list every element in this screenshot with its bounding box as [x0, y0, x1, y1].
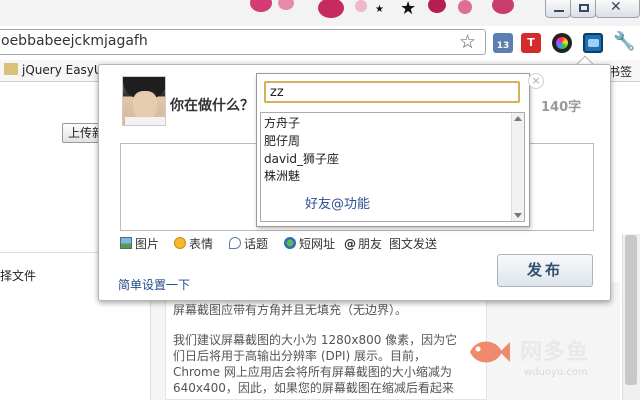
page-scrollbar-thumb[interactable] [625, 235, 637, 385]
star-decoration: ★ [400, 0, 417, 19]
bookmark-folder-label[interactable]: 书签 [608, 63, 632, 80]
settings-link[interactable]: 简单设置一下 [118, 276, 190, 293]
wrench-icon[interactable]: 🔧 [613, 31, 635, 52]
paragraph-line: 我们建议屏幕截图的大小为 1280x800 像素，因为它 [173, 333, 458, 347]
mention-friend-button[interactable]: @ 朋友 [344, 235, 382, 251]
fish-logo-icon [470, 341, 510, 363]
address-bar[interactable]: oebbabeejckmjagafh [0, 29, 486, 55]
t-extension-icon[interactable]: T [521, 33, 541, 53]
theme-decoration [355, 0, 367, 12]
choose-file-text: 择文件 [0, 269, 37, 283]
paragraph-line: 们日后将用于高输出分辨率 (DPI) 展示。目前， [173, 349, 427, 363]
image-text-send-button[interactable]: 图文发送 [389, 235, 437, 251]
paragraph-line: Chrome 网上应用店会将所有屏幕截图的大小缩减为 [173, 365, 452, 379]
mention-feature-hint: 好友@功能 [305, 197, 371, 212]
mention-friend-label: 朋友 [358, 237, 383, 251]
avatar[interactable] [122, 76, 166, 126]
dropdown-close-button[interactable]: × [528, 73, 544, 89]
emoticon-button[interactable]: 表情 [174, 235, 213, 251]
calendar-extension-icon[interactable]: 13 [493, 33, 513, 53]
weibo-icon [588, 39, 599, 47]
bookmark-jquery-easyui[interactable]: jQuery EasyUI [22, 63, 106, 77]
color-wheel-extension-icon[interactable] [552, 33, 572, 53]
char-counter-value: 140字 [541, 100, 582, 115]
picture-label: 图片 [135, 237, 160, 251]
theme-decoration [458, 0, 472, 14]
topic-icon [229, 237, 241, 249]
friend-list-item[interactable]: 方舟子 [264, 114, 300, 131]
maximize-icon [579, 4, 589, 12]
topic-label: 话题 [244, 237, 269, 251]
emoticon-icon [174, 237, 186, 249]
friend-list-item[interactable]: 株洲魅 [264, 167, 300, 184]
short-url-button[interactable]: 短网址 [284, 235, 335, 251]
minimize-icon [554, 10, 564, 12]
friend-list-scrollbar[interactable] [511, 113, 524, 221]
weibo-extension-icon[interactable] [583, 33, 603, 53]
friend-list-item[interactable]: david_狮子座 [264, 150, 339, 167]
avatar-face [133, 91, 157, 119]
color-wheel-icon [556, 37, 568, 49]
minimize-button[interactable] [545, 0, 571, 18]
address-bar-url: oebbabeejckmjagafh [1, 33, 148, 49]
bookmark-star-icon[interactable]: ☆ [459, 31, 476, 53]
scroll-down-icon[interactable] [514, 213, 522, 218]
at-icon: @ [344, 237, 356, 251]
watermark-subtext: wduoyu.com [524, 367, 588, 378]
scroll-up-icon[interactable] [514, 116, 522, 121]
close-icon: ✕ [610, 0, 622, 15]
avatar-shirt [125, 117, 165, 125]
paragraph-line: 640x400，因此，如果您的屏幕截图在缩减后看起来 [173, 381, 454, 395]
picture-button[interactable]: 图片 [120, 235, 159, 251]
close-window-button[interactable]: ✕ [595, 0, 640, 18]
publish-button[interactable]: 发布 [497, 254, 593, 287]
short-url-icon [284, 237, 296, 249]
maximize-button[interactable] [570, 0, 596, 18]
watermark-text: 网多鱼 [520, 340, 590, 365]
friend-list-item[interactable]: 肥仔周 [264, 132, 300, 149]
star-decoration: ★ [375, 4, 384, 15]
status-prompt: 你在做什么？ [170, 98, 254, 114]
short-url-label: 短网址 [299, 237, 336, 251]
char-counter: 140字 [541, 96, 581, 115]
image-text-send-label: 图文发送 [389, 237, 438, 251]
paragraph-line: 屏幕截图应带有方角并且无填充（无边界）。 [173, 303, 408, 317]
folder-icon [4, 63, 18, 75]
emoticon-label: 表情 [189, 237, 214, 251]
topic-button[interactable]: 话题 [229, 235, 268, 251]
friend-search-input[interactable] [264, 81, 520, 103]
picture-icon [120, 237, 132, 249]
